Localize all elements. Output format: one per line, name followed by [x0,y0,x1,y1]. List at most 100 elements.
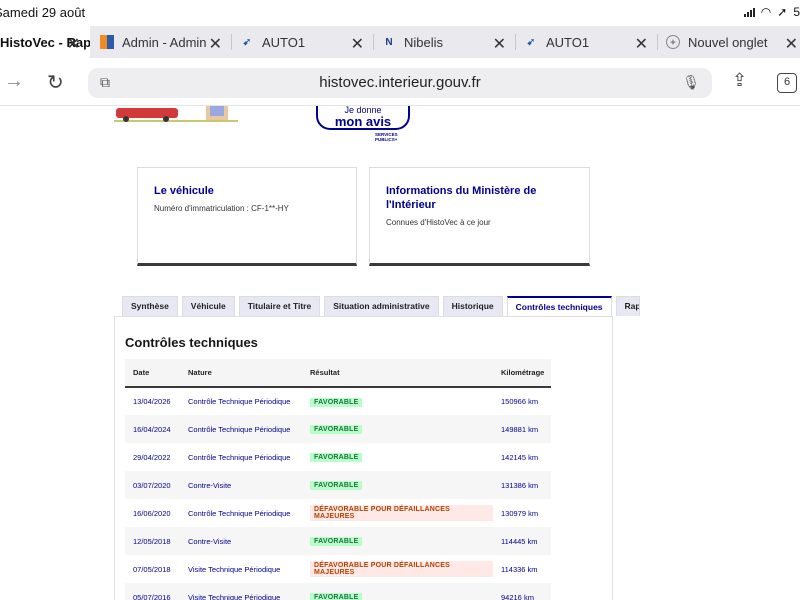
cellular-signal-icon [743,7,755,17]
microphone-icon[interactable]: 🎙 [682,74,700,91]
tab-count-button[interactable]: 6 [777,73,797,93]
reload-icon[interactable]: ↻ [47,70,64,95]
cell-resultat: FAVORABLE [302,415,493,443]
cell-nature: Contre-Visite [180,471,302,499]
cell-nature: Visite Technique Périodique [188,564,281,574]
controles-table: Date Nature Résultat Kilométrage 13/04/2… [125,359,551,600]
col-nature: Nature [180,359,302,388]
vehicule-card-subtitle: Numéro d'immatriculation : CF-1**-HY [154,204,289,213]
status-bar: Samedi 29 août ◠ ➚ 5 [0,0,800,26]
cell-date: 29/04/2022 [133,452,171,462]
vehicule-card: Le véhicule Numéro d'immatriculation : C… [137,167,357,266]
cell-date: 07/05/2018 [133,564,171,574]
auto1-icon: ➹ [526,36,536,48]
browser-tab-bar: HistoVec - Rap ✕ Admin - Admin ✕ ➹ AUTO1… [0,26,800,58]
tab-histovec[interactable]: HistoVec - Rap ✕ [0,26,90,58]
section-tabs: Synthèse Véhicule Titulaire et Titre Sit… [122,296,644,316]
controles-title: Contrôles techniques [125,335,258,350]
tab-label: Nibelis [404,34,444,50]
services-publics-logo: SERVICES PUBLICS+ [375,132,398,142]
admin-icon [100,35,114,49]
cell-date: 05/07/2016 [125,583,180,600]
tab-label: AUTO1 [262,34,306,50]
tab-auto1[interactable]: ➹ AUTO1 ✕ [232,26,374,58]
col-resultat: Résultat [302,359,493,388]
browser-toolbar: → ↻ ⧉ histovec.interieur.gouv.fr 🎙 ⇪ 6 [0,58,800,106]
cell-resultat: FAVORABLE [302,527,493,555]
tab-synthese[interactable]: Synthèse [122,296,178,316]
cell-nature: Contrôle Technique Périodique [188,397,291,406]
cell-date: 13/04/2026 [133,397,171,406]
cell-nature: Contrôle Technique Périodique [188,508,291,518]
share-icon[interactable]: ⇪ [732,70,747,91]
close-tab-icon[interactable]: ✕ [785,34,798,54]
web-page: Je donne mon avis SERVICES PUBLICS+ Le v… [0,106,800,600]
controles-panel: Contrôles techniques Date Nature Résulta… [114,316,613,600]
compass-icon: ✦ [666,35,680,49]
table-row: 12/05/2018 Contre-Visite FAVORABLE 114445 k… [125,527,551,555]
wifi-icon: ◠ [760,5,772,19]
tab-controles-techniques[interactable]: Contrôles techniques [506,296,612,316]
close-tab-icon[interactable]: ✕ [493,34,506,54]
tab-auto1-2[interactable]: ➹ AUTO1 ✕ [516,26,658,58]
table-row: 16/06/2020 Contrôle Technique Périodique D… [125,499,551,527]
cell-kilometrage: 114336 km [501,564,538,574]
result-badge: FAVORABLE [310,481,363,490]
table-row: 16/04/2024 Contrôle Technique Périodique F… [125,415,551,443]
cell-resultat: FAVORABLE [302,387,493,415]
cell-kilometrage: 131386 km [493,471,551,499]
result-badge: FAVORABLE [310,453,363,462]
cell-resultat: DÉFAVORABLE POUR DÉFAILLANCES MAJEURES [302,499,493,527]
nibelis-icon: N [385,36,393,48]
cell-resultat: FAVORABLE [302,583,493,600]
tab-label: Admin - Admin [122,34,207,50]
tab-titulaire[interactable]: Titulaire et Titre [238,296,321,316]
ministere-card-title: Informations du Ministère de l'Intérieur [386,185,537,211]
result-badge: DÉFAVORABLE POUR DÉFAILLANCES MAJEURES [310,561,493,577]
table-row: 07/05/2018 Visite Technique Périodique DÉF… [125,555,551,583]
auto1-icon: ➹ [242,36,252,48]
cell-nature: Contre-Visite [180,527,302,555]
cell-resultat: FAVORABLE [302,443,493,471]
cell-date: 12/05/2018 [125,527,180,555]
cell-kilometrage: 149881 km [493,415,551,443]
tab-nibelis[interactable]: N Nibelis ✕ [374,26,516,58]
result-badge: FAVORABLE [310,425,363,434]
tab-rapport[interactable]: Rap [615,296,640,316]
car-illustration [114,106,238,122]
cell-kilometrage: 94216 km [493,583,551,600]
cell-nature: Contrôle Technique Périodique [188,452,291,462]
close-tab-icon[interactable]: ✕ [635,34,648,54]
col-date: Date [125,359,180,388]
tab-new[interactable]: ✦ Nouvel onglet ✕ [658,26,800,58]
tab-situation-administrative[interactable]: Situation administrative [324,296,439,316]
table-row: 05/07/2016 Visite Technique Périodique FAV… [125,583,551,600]
result-badge: DÉFAVORABLE POUR DÉFAILLANCES MAJEURES [310,505,493,521]
cell-nature: Contrôle Technique Périodique [180,415,302,443]
table-row: 03/07/2020 Contre-Visite FAVORABLE 131386 k… [125,471,551,499]
cell-kilometrage: 142145 km [501,452,539,462]
tab-historique[interactable]: Historique [442,296,503,316]
tab-admin[interactable]: Admin - Admin ✕ [90,26,232,58]
avis-line2: mon avis [334,114,392,129]
tab-vehicule[interactable]: Véhicule [181,296,235,316]
close-tab-icon[interactable]: ✕ [209,34,222,54]
forward-arrow-icon[interactable]: → [4,70,24,93]
cell-nature: Visite Technique Périodique [180,583,302,600]
cell-date: 16/06/2020 [133,508,171,518]
url-text: histovec.interieur.gouv.fr [319,74,481,91]
tab-label: AUTO1 [546,34,590,50]
tab-label: Nouvel onglet [688,34,768,50]
cell-kilometrage: 150966 km [501,397,539,406]
ministere-card: Informations du Ministère de l'Intérieur… [369,167,590,266]
cell-date: 03/07/2020 [125,471,180,499]
table-row: 13/04/2026 Contrôle Technique Périodique F… [125,387,551,415]
cell-kilometrage: 130979 km [501,508,539,518]
cell-date: 16/04/2024 [125,415,180,443]
cell-resultat: FAVORABLE [302,471,493,499]
close-tab-icon[interactable]: ✕ [67,34,80,54]
close-tab-icon[interactable]: ✕ [351,34,364,54]
battery-level: 5 [793,5,800,19]
donner-avis-button[interactable]: Je donne mon avis SERVICES PUBLICS+ [315,106,411,144]
address-bar[interactable]: ⧉ histovec.interieur.gouv.fr 🎙 [88,68,712,98]
